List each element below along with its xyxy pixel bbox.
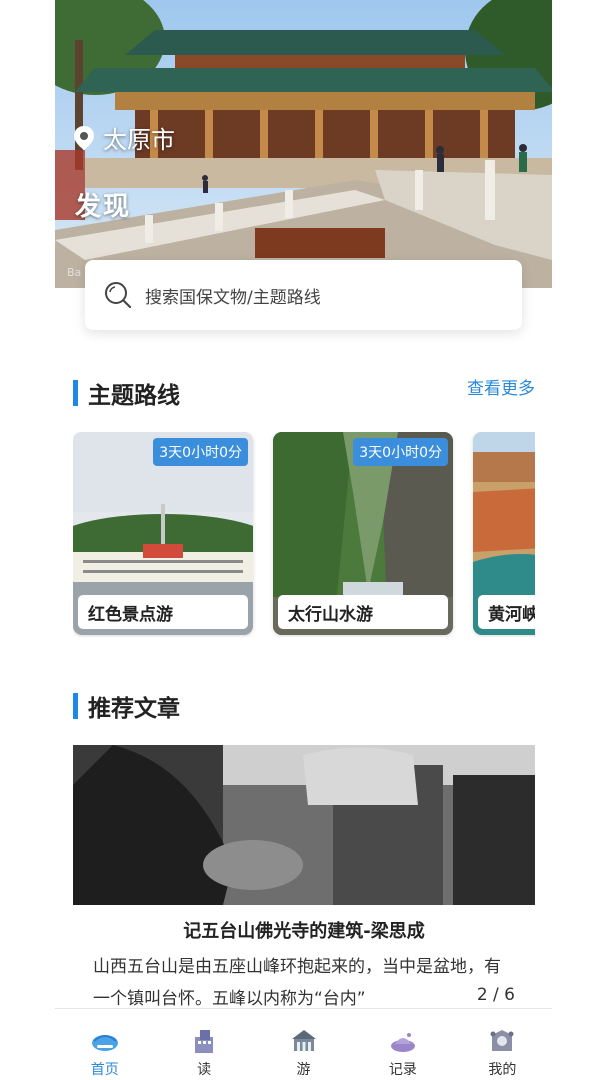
tab-home[interactable]: 首页 xyxy=(55,1009,154,1080)
tab-label: 读 xyxy=(197,1062,212,1078)
city-name: 太原市 xyxy=(103,126,175,154)
hero-banner[interactable]: 太原市 发现 Ba xyxy=(55,0,552,288)
route-card-yellow-river[interactable]: 黄河峡 xyxy=(473,432,535,635)
section-accent-bar xyxy=(73,693,78,719)
section-accent-bar xyxy=(73,380,78,406)
article-pager: 2 / 6 xyxy=(470,985,515,1005)
route-carousel[interactable]: 3天0小时0分 红色景点游 3天0小时0分 太行山水游 黄河峡 xyxy=(73,432,535,637)
route-card-title: 红色景点游 xyxy=(78,595,248,629)
route-card-title: 黄河峡 xyxy=(478,595,535,629)
route-card-taihang[interactable]: 3天0小时0分 太行山水游 xyxy=(273,432,453,635)
tab-travel[interactable]: 游 xyxy=(254,1009,353,1080)
tab-label: 首页 xyxy=(90,1062,119,1078)
route-duration-badge: 3天0小时0分 xyxy=(353,438,448,466)
image-watermark: Ba xyxy=(67,266,82,279)
profile-icon xyxy=(490,1030,514,1051)
route-card-title: 太行山水游 xyxy=(278,595,448,629)
route-card-red-sites[interactable]: 3天0小时0分 红色景点游 xyxy=(73,432,253,635)
view-more-link[interactable]: 查看更多 xyxy=(467,374,535,399)
home-icon xyxy=(91,1035,118,1051)
travel-icon xyxy=(291,1030,316,1051)
tab-record[interactable]: 记录 xyxy=(353,1009,452,1080)
articles-section-header: 推荐文章 xyxy=(73,689,180,723)
read-icon xyxy=(195,1030,214,1053)
search-bar[interactable]: 搜索国保文物/主题路线 xyxy=(85,260,522,330)
record-icon xyxy=(390,1033,415,1052)
article-card[interactable]: 记五台山佛光寺的建筑-梁思成 山西五台山是由五座山峰环抱起来的，当中是盆地，有一… xyxy=(73,745,535,1010)
location-selector[interactable]: 太原市 xyxy=(73,120,175,155)
search-input[interactable]: 搜索国保文物/主题路线 xyxy=(145,283,321,308)
location-pin-icon xyxy=(74,125,94,150)
app-frame: 太原市 发现 Ba 搜索国保文物/主题路线 主题路线 查看更多 3天0小时0分 … xyxy=(55,0,552,1080)
tab-read[interactable]: 读 xyxy=(154,1009,253,1080)
route-duration-badge: 3天0小时0分 xyxy=(153,438,248,466)
page-title: 发现 xyxy=(75,192,132,222)
routes-section-header: 主题路线 xyxy=(73,376,180,410)
tab-label: 游 xyxy=(296,1062,311,1078)
search-icon xyxy=(105,282,132,309)
tab-profile[interactable]: 我的 xyxy=(453,1009,552,1080)
article-photo xyxy=(73,745,535,905)
routes-section-title: 主题路线 xyxy=(88,383,180,409)
article-excerpt: 山西五台山是由五座山峰环抱起来的，当中是盆地，有一个镇叫台怀。五峰以内称为“台内… xyxy=(93,957,501,1009)
articles-section-title: 推荐文章 xyxy=(88,696,180,722)
bottom-tab-bar: 首页 读 游 记录 我的 xyxy=(55,1008,552,1080)
tab-label: 记录 xyxy=(388,1062,417,1078)
tab-label: 我的 xyxy=(488,1062,517,1078)
article-title: 记五台山佛光寺的建筑-梁思成 xyxy=(183,921,425,942)
